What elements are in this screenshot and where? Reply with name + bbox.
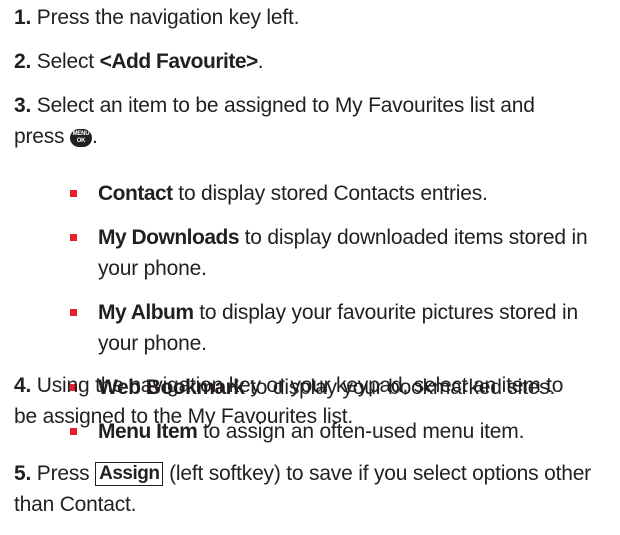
- step-3: 3. Select an item to be assigned to My F…: [14, 90, 610, 152]
- step-2: 2. Select <Add Favourite>.: [14, 46, 610, 77]
- option-description: to display stored Contacts entries.: [172, 182, 488, 205]
- step-text-continued: be assigned to the My Favourites list.: [14, 405, 354, 428]
- step-number: 2.: [14, 50, 32, 73]
- step-text: Select: [36, 50, 100, 73]
- bullet-marker: [70, 190, 77, 197]
- step-text: Using the navigation key or your keypad,…: [36, 374, 564, 397]
- step-number: 5.: [14, 462, 32, 485]
- add-favourite-option: <Add Favourite>: [99, 50, 259, 73]
- option-description-continued: your phone.: [98, 332, 207, 355]
- step-text: Press: [36, 462, 96, 485]
- option-name: My Album: [98, 301, 194, 324]
- list-item-contact: Contact to display stored Contacts entri…: [68, 178, 610, 209]
- step-5: 5. Press Assign (left softkey) to save i…: [14, 458, 610, 520]
- instruction-page: 1. Press the navigation key left. 2. Sel…: [0, 0, 620, 535]
- bullet-marker: [70, 309, 77, 316]
- list-item-my-album: My Album to display your favourite pictu…: [68, 297, 610, 359]
- option-name: Contact: [98, 182, 173, 205]
- option-description: to display downloaded items stored in: [239, 226, 588, 249]
- step-text: (left softkey) to save if you select opt…: [163, 462, 591, 485]
- bullet-marker: [70, 234, 77, 241]
- menu-icon-label-top: MENU: [72, 131, 90, 137]
- step-1: 1. Press the navigation key left.: [14, 2, 610, 33]
- assign-softkey-label: Assign: [95, 462, 164, 486]
- step-text-continued: press: [14, 125, 70, 148]
- option-name: My Downloads: [98, 226, 240, 249]
- step-text: Press the navigation key left.: [36, 6, 300, 29]
- step-text-continued: than Contact.: [14, 493, 137, 516]
- step-punctuation: .: [257, 50, 264, 73]
- step-text: Select an item to be assigned to My Favo…: [36, 94, 535, 117]
- step-punctuation: .: [92, 125, 98, 148]
- step-4: 4. Using the navigation key or your keyp…: [14, 370, 610, 432]
- step-number: 4.: [14, 374, 32, 397]
- step-number: 3.: [14, 94, 32, 117]
- step-number: 1.: [14, 6, 32, 29]
- option-description: to display your favourite pictures store…: [193, 301, 578, 324]
- menu-icon-label-bottom: OK: [76, 138, 86, 144]
- option-description-continued: your phone.: [98, 257, 207, 280]
- menu-ok-key-icon: MENU OK: [70, 129, 92, 147]
- list-item-my-downloads: My Downloads to display downloaded items…: [68, 222, 610, 284]
